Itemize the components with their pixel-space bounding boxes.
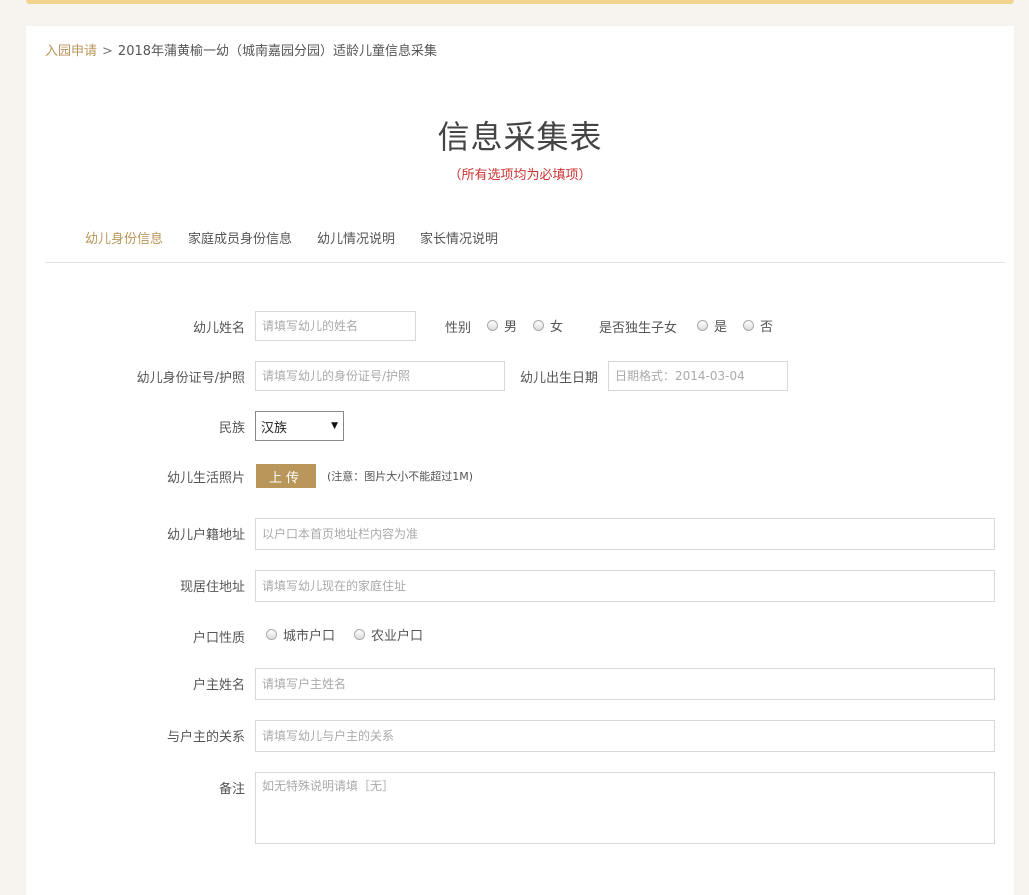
page-title: 信息采集表 [437,118,603,156]
photo-label: 幼儿生活照片 [166,471,245,486]
household-urban-label: 城市户口 [283,629,336,644]
tab-parent-situation[interactable]: 家长情况说明 [420,228,498,247]
relation-label: 与户主的关系 [166,730,245,745]
ethnicity-select[interactable]: 汉族 ▼ [255,411,344,441]
tab-child-identity[interactable]: 幼儿身份信息 [85,228,163,247]
radio-dot [487,320,498,331]
only-child-no-radio[interactable]: 否 [743,316,773,335]
dropdown-arrow-icon: ▼ [331,421,338,431]
radio-dot [743,320,754,331]
only-child-label: 是否独生子女 [599,321,678,336]
tab-family-members[interactable]: 家庭成员身份信息 [188,228,292,247]
radio-dot [354,629,365,640]
household-rural-label: 农业户口 [371,629,424,644]
radio-dot [266,629,277,640]
required-note-close: ） [578,168,592,183]
upload-photo-button[interactable]: 上传 [256,464,316,488]
gender-male-label: 男 [504,320,518,335]
householder-name-input[interactable] [255,668,995,700]
householder-name-label: 户主姓名 [192,678,245,693]
birth-date-label: 幼儿出生日期 [520,371,599,386]
current-address-label: 现居住地址 [179,580,245,595]
household-type-label: 户口性质 [192,631,245,646]
main-panel: 入园申请 >2018年蒲黄榆一幼（城南嘉园分园）适龄儿童信息采集 信息采集表 （所… [26,26,1014,895]
id-number-input[interactable] [255,361,505,391]
current-address-input[interactable] [255,570,995,602]
gender-female-radio[interactable]: 女 [533,316,563,335]
required-note-open: （ [448,168,462,183]
household-urban-radio[interactable]: 城市户口 [266,625,335,644]
radio-dot [533,320,544,331]
form-tabs: 幼儿身份信息 家庭成员身份信息 幼儿情况说明 家长情况说明 [85,228,523,247]
required-note: （所有选项均为必填项） [26,164,1014,183]
gender-male-radio[interactable]: 男 [487,316,517,335]
ethnicity-selected-value: 汉族 [261,420,288,436]
id-number-label: 幼儿身份证号/护照 [136,371,245,386]
required-note-text: 所有选项均为必填项 [461,168,579,183]
household-address-input[interactable] [255,518,995,550]
breadcrumb-link-apply[interactable]: 入园申请 [45,44,97,59]
relation-input[interactable] [255,720,995,752]
remark-textarea[interactable] [255,772,995,844]
only-child-no-label: 否 [760,320,774,335]
breadcrumb: 入园申请 >2018年蒲黄榆一幼（城南嘉园分园）适龄儿童信息采集 [45,40,437,59]
child-name-input[interactable] [255,311,416,341]
breadcrumb-current: 2018年蒲黄榆一幼（城南嘉园分园）适龄儿童信息采集 [117,44,438,59]
only-child-yes-radio[interactable]: 是 [697,316,727,335]
gender-female-label: 女 [550,320,564,335]
household-rural-radio[interactable]: 农业户口 [354,625,423,644]
birth-date-input[interactable] [608,361,788,391]
top-accent-strip [26,0,1014,4]
household-address-label: 幼儿户籍地址 [166,528,245,543]
child-name-label: 幼儿姓名 [192,321,245,336]
ethnicity-label: 民族 [218,421,245,436]
breadcrumb-separator: > [102,44,113,59]
radio-dot [697,320,708,331]
gender-label: 性别 [445,321,472,336]
tab-child-situation[interactable]: 幼儿情况说明 [317,228,395,247]
upload-size-note: (注意：图片大小不能超过1M) [327,470,474,483]
remark-label: 备注 [218,782,245,797]
tabs-divider [45,262,1005,263]
only-child-yes-label: 是 [714,320,728,335]
